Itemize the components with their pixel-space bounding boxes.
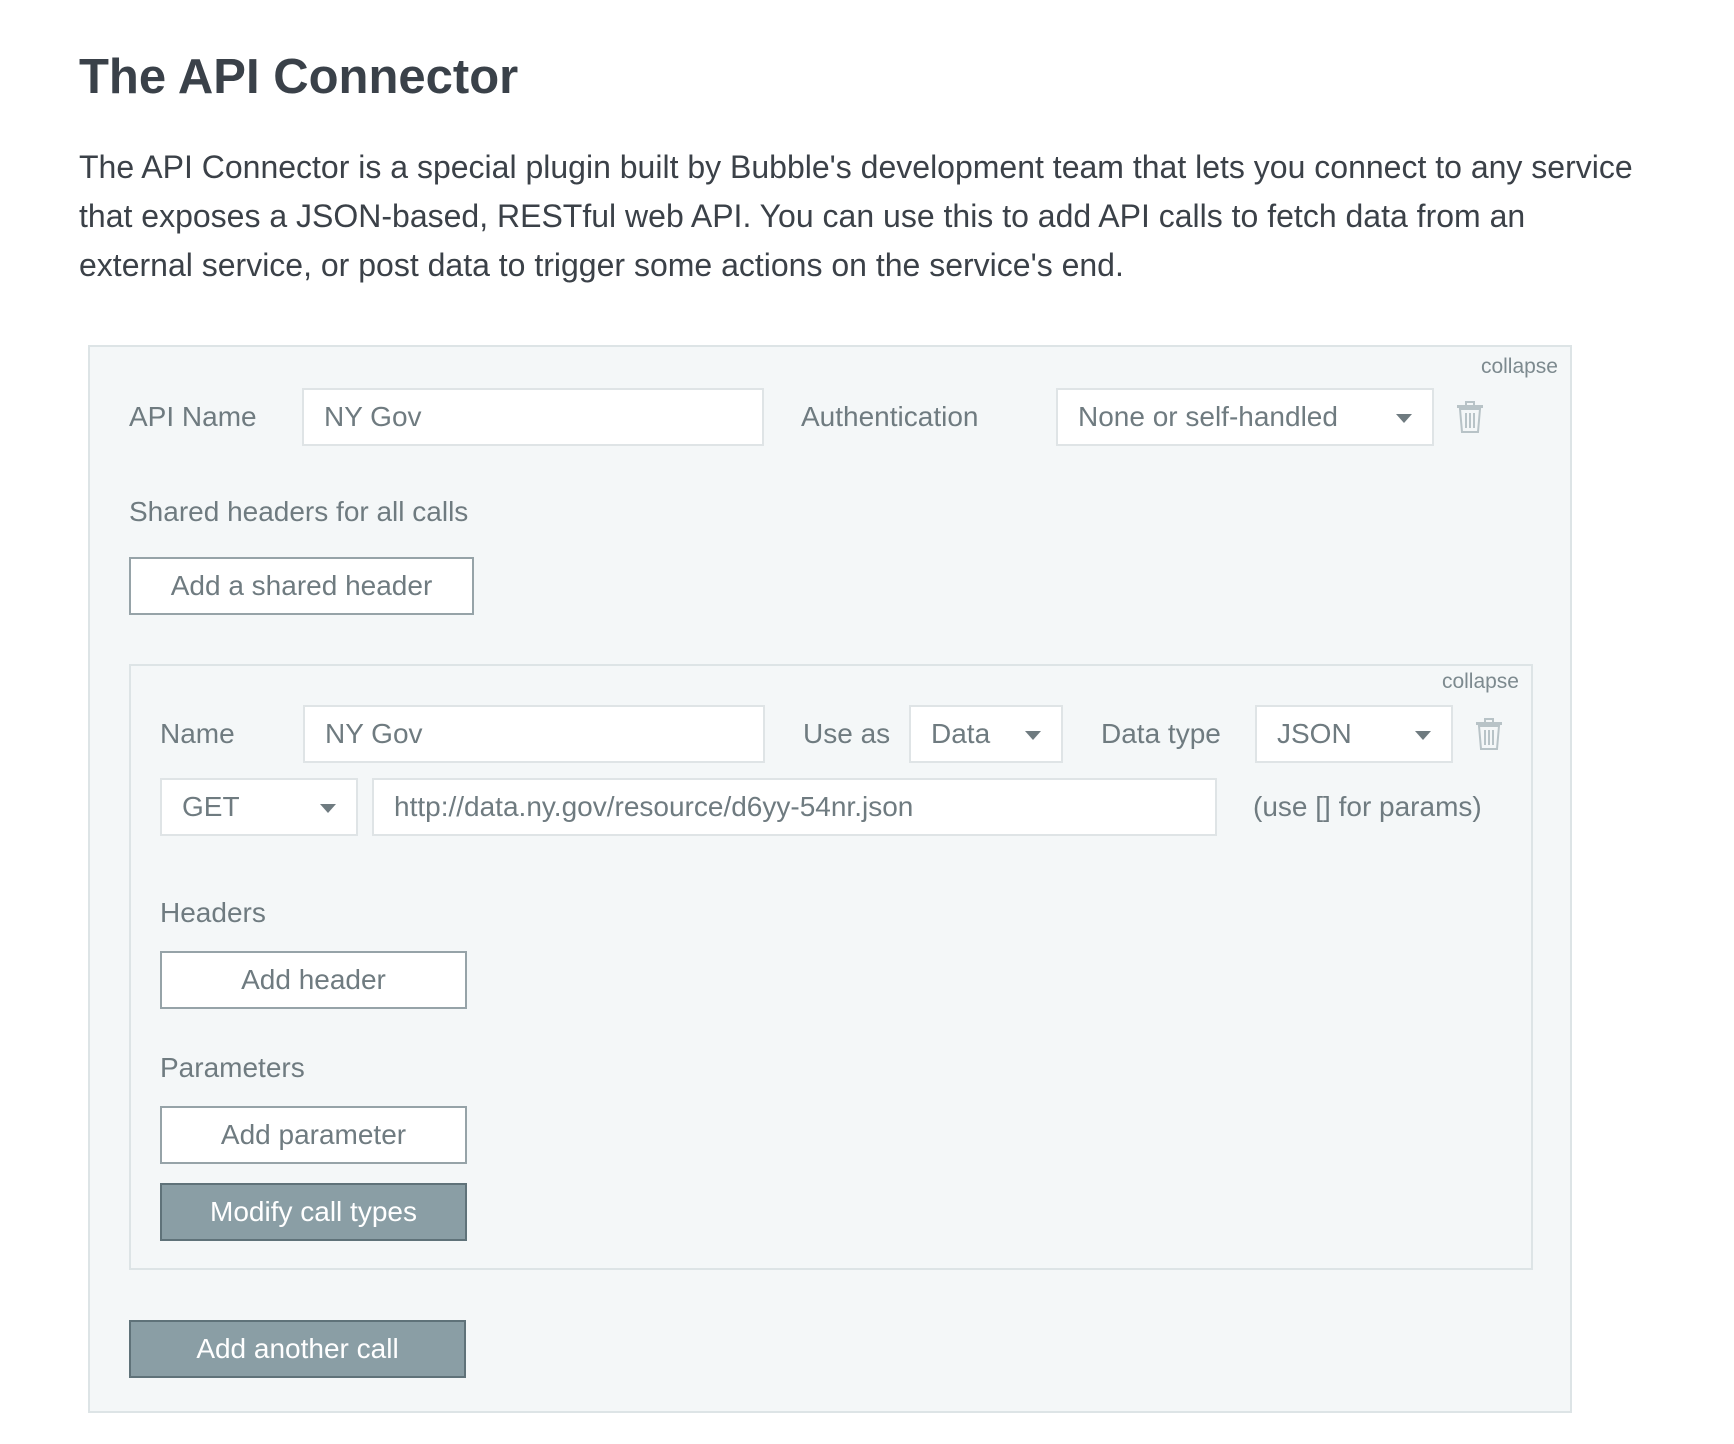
caret-down-icon (320, 804, 336, 813)
authentication-select[interactable]: None or self-handled (1056, 388, 1434, 446)
api-name-label: API Name (129, 401, 257, 432)
add-shared-header-button[interactable]: Add a shared header (129, 557, 474, 615)
params-hint: (use [] for params) (1253, 791, 1482, 822)
data-type-value: JSON (1277, 718, 1352, 749)
api-name-input[interactable]: NY Gov (302, 388, 764, 446)
data-type-select[interactable]: JSON (1255, 705, 1453, 763)
caret-down-icon (1396, 414, 1412, 423)
http-method-value: GET (182, 791, 240, 822)
call-collapse-link[interactable]: collapse (1442, 670, 1519, 694)
headers-label: Headers (160, 897, 266, 928)
use-as-select[interactable]: Data (909, 705, 1063, 763)
shared-headers-label: Shared headers for all calls (129, 496, 469, 527)
call-name-input[interactable]: NY Gov (303, 705, 765, 763)
call-panel: collapse Name NY Gov Use as Data Data ty… (129, 664, 1533, 1270)
use-as-label: Use as (803, 718, 891, 749)
url-input[interactable]: http://data.ny.gov/resource/d6yy-54nr.js… (372, 778, 1217, 836)
caret-down-icon (1415, 731, 1431, 740)
add-another-call-button[interactable]: Add another call (129, 1320, 466, 1378)
intro-paragraph: The API Connector is a special plugin bu… (79, 149, 1633, 283)
page-title: The API Connector (79, 50, 519, 104)
caret-down-icon (1025, 731, 1041, 740)
use-as-value: Data (931, 718, 991, 749)
api-collapse-link[interactable]: collapse (1481, 355, 1558, 379)
data-type-label: Data type (1101, 718, 1221, 749)
trash-icon[interactable] (1475, 718, 1503, 750)
call-name-label: Name (160, 718, 235, 749)
modify-call-types-button[interactable]: Modify call types (160, 1183, 467, 1241)
trash-icon[interactable] (1456, 401, 1484, 433)
authentication-value: None or self-handled (1078, 401, 1338, 432)
add-parameter-button[interactable]: Add parameter (160, 1106, 467, 1164)
parameters-label: Parameters (160, 1052, 305, 1083)
add-header-button[interactable]: Add header (160, 951, 467, 1009)
authentication-label: Authentication (801, 401, 979, 432)
http-method-select[interactable]: GET (160, 778, 358, 836)
api-panel: collapse API Name NY Gov Authentication … (88, 345, 1572, 1413)
